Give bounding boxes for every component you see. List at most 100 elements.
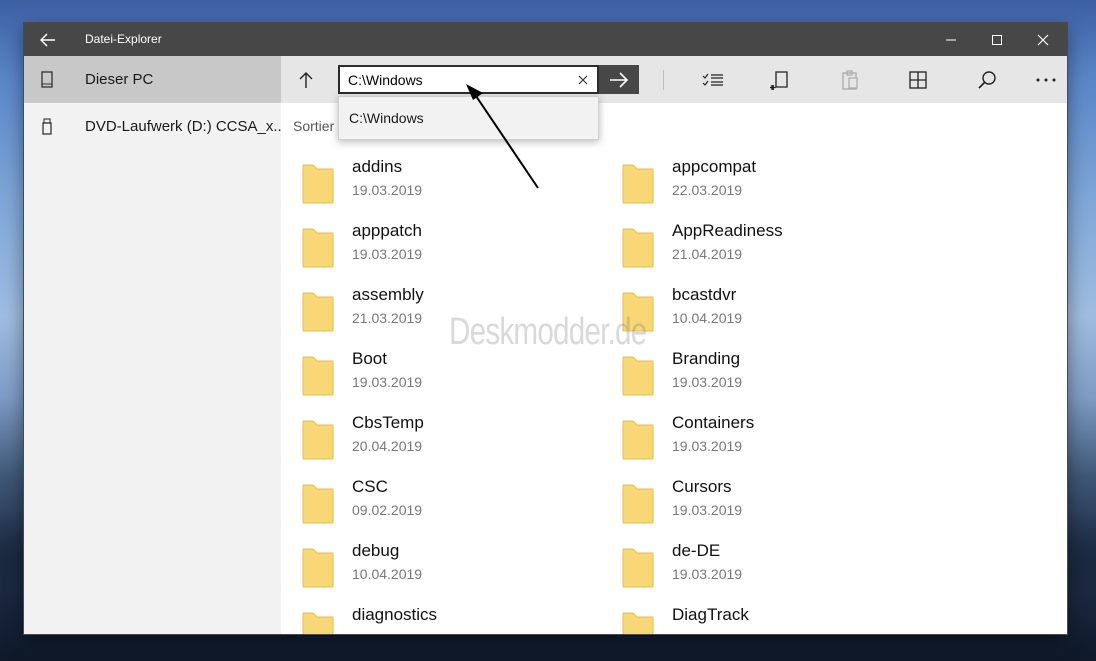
- maximize-button[interactable]: [974, 23, 1020, 56]
- list-item[interactable]: diagnostics: [301, 605, 601, 634]
- suggestion-item[interactable]: C:\Windows: [349, 110, 424, 126]
- item-name: CSC: [352, 477, 388, 496]
- arrow-right-icon: [610, 71, 629, 88]
- item-name: de-DE: [672, 541, 721, 560]
- folder-icon: [622, 548, 654, 588]
- list-item[interactable]: Cursors 19.03.2019: [621, 477, 921, 541]
- list-item[interactable]: AppReadiness 21.04.2019: [621, 221, 921, 285]
- folder-icon: [302, 420, 334, 460]
- clear-button[interactable]: [575, 72, 591, 88]
- view-button[interactable]: [896, 56, 940, 103]
- new-file-icon: [770, 70, 788, 90]
- folder-icon: [622, 164, 654, 204]
- item-date: 20.04.2019: [352, 438, 423, 454]
- list-item[interactable]: addins 19.03.2019: [301, 157, 601, 221]
- folder-icon: [622, 484, 654, 524]
- list-item[interactable]: CbsTemp 20.04.2019: [301, 413, 601, 477]
- arrow-up-icon: [299, 71, 313, 88]
- folder-icon: [622, 228, 654, 268]
- watermark: Deskmodder.de: [449, 311, 647, 353]
- item-date: 19.03.2019: [672, 438, 743, 454]
- item-name: diagnostics: [352, 605, 438, 624]
- folder-icon: [622, 420, 654, 460]
- item-date: 19.03.2019: [352, 246, 423, 262]
- item-date: 09.02.2019: [352, 502, 423, 518]
- back-button[interactable]: [24, 23, 71, 56]
- close-icon: [578, 75, 588, 85]
- item-name: Branding: [672, 349, 741, 368]
- more-icon: [1036, 78, 1056, 81]
- item-date: 21.04.2019: [672, 246, 743, 262]
- item-date: 19.03.2019: [672, 566, 743, 582]
- list-item[interactable]: apppatch 19.03.2019: [301, 221, 601, 285]
- window-title: Datei-Explorer: [85, 32, 162, 46]
- sidebar-item-this-pc[interactable]: Dieser PC: [24, 56, 281, 103]
- folder-icon: [302, 164, 334, 204]
- minimize-button[interactable]: [928, 23, 974, 56]
- select-button[interactable]: [691, 56, 735, 103]
- item-name: DiagTrack: [672, 605, 749, 624]
- list-item[interactable]: CSC 09.02.2019: [301, 477, 601, 541]
- new-item-button[interactable]: [759, 56, 803, 103]
- toolbar-divider: [663, 70, 664, 90]
- list-item[interactable]: debug 10.04.2019: [301, 541, 601, 605]
- item-name: apppatch: [352, 221, 422, 240]
- address-input[interactable]: [348, 71, 568, 89]
- paste-button[interactable]: [828, 56, 872, 103]
- item-name: addins: [352, 157, 403, 176]
- list-item[interactable]: de-DE 19.03.2019: [621, 541, 921, 605]
- search-icon: [978, 70, 996, 89]
- item-name: debug: [352, 541, 400, 560]
- item-name: bcastdvr: [672, 285, 737, 304]
- grid-icon: [909, 70, 927, 89]
- drive-icon: [41, 71, 53, 88]
- sidebar-item-label: DVD-Laufwerk (D:) CCSA_x...: [85, 118, 286, 135]
- item-name: Cursors: [672, 477, 732, 496]
- folder-icon: [302, 612, 334, 634]
- list-item[interactable]: Branding 19.03.2019: [621, 349, 921, 413]
- sort-label[interactable]: Sortier: [293, 118, 334, 134]
- list-item[interactable]: bcastdvr 10.04.2019: [621, 285, 921, 349]
- folder-icon: [302, 228, 334, 268]
- search-button[interactable]: [965, 56, 1009, 103]
- title-bar: Datei-Explorer: [24, 23, 1067, 56]
- list-item[interactable]: Boot 19.03.2019: [301, 349, 601, 413]
- address-suggestions: C:\Windows: [338, 96, 599, 140]
- item-name: appcompat: [672, 157, 757, 176]
- item-date: 19.03.2019: [352, 182, 423, 198]
- item-date: 19.03.2019: [672, 374, 743, 390]
- item-date: 19.03.2019: [672, 502, 743, 518]
- address-bar[interactable]: [338, 65, 599, 94]
- folder-icon: [302, 548, 334, 588]
- list-item[interactable]: appcompat 22.03.2019: [621, 157, 921, 221]
- go-button[interactable]: [599, 65, 639, 94]
- item-date: 21.03.2019: [352, 310, 423, 326]
- sidebar-item-dvd-drive[interactable]: DVD-Laufwerk (D:) CCSA_x...: [24, 103, 286, 150]
- item-name: assembly: [352, 285, 424, 304]
- arrow-left-icon: [39, 32, 55, 47]
- minimize-icon: [946, 39, 956, 40]
- folder-icon: [622, 356, 654, 396]
- clipboard-icon: [842, 69, 858, 90]
- folder-icon: [622, 612, 654, 634]
- item-date: 10.04.2019: [672, 310, 743, 326]
- list-item[interactable]: Containers 19.03.2019: [621, 413, 921, 477]
- close-button[interactable]: [1020, 23, 1066, 56]
- more-button[interactable]: [1024, 56, 1067, 103]
- file-explorer-window: Datei-Explorer Dieser PC DVD-Laufwerk (D…: [24, 23, 1067, 634]
- item-name: AppReadiness: [672, 221, 783, 240]
- sidebar: Dieser PC DVD-Laufwerk (D:) CCSA_x...: [24, 56, 286, 634]
- folder-icon: [302, 484, 334, 524]
- item-name: CbsTemp: [352, 413, 424, 432]
- item-name: Containers: [672, 413, 755, 432]
- item-date: 10.04.2019: [352, 566, 423, 582]
- item-date: 22.03.2019: [672, 182, 743, 198]
- checklist-icon: [702, 73, 723, 86]
- up-button[interactable]: [284, 56, 328, 103]
- close-icon: [1037, 34, 1049, 45]
- item-date: 19.03.2019: [352, 374, 423, 390]
- maximize-icon: [992, 34, 1002, 45]
- folder-list: Sortier addins 19.03.2019 appcompat 22.0…: [281, 103, 1067, 634]
- sidebar-item-label: Dieser PC: [85, 71, 154, 88]
- list-item[interactable]: DiagTrack: [621, 605, 921, 634]
